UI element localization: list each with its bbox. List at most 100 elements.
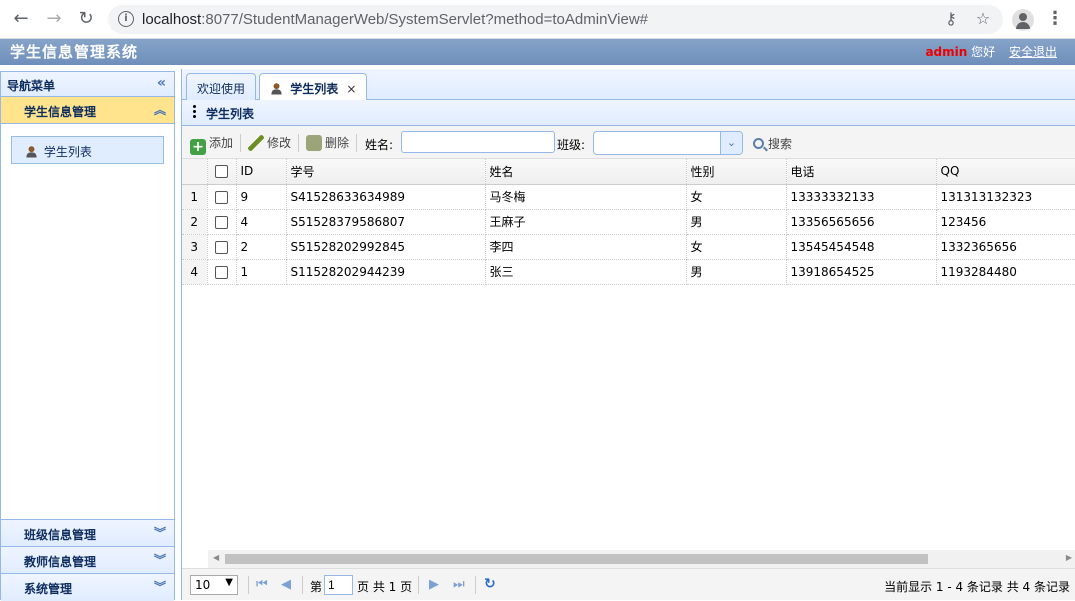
- cell-name: 张三: [485, 259, 687, 285]
- browser-toolbar: ← → ↻ i localhost:8077/StudentManagerWeb…: [0, 0, 1075, 39]
- pencil-icon: [248, 135, 264, 151]
- trash-icon: [306, 135, 322, 151]
- checkbox[interactable]: [215, 190, 228, 204]
- cell-name: 李四: [485, 234, 687, 260]
- next-page-icon[interactable]: ▶: [429, 577, 439, 592]
- accordion-label: 班级信息管理: [24, 528, 97, 542]
- nav-item-label: 学生列表: [43, 145, 92, 159]
- search-button[interactable]: 搜索: [753, 135, 792, 152]
- last-page-icon[interactable]: ⏭: [453, 577, 465, 592]
- select-all-checkbox[interactable]: [207, 159, 237, 185]
- divider: [240, 134, 241, 152]
- tab-welcome[interactable]: 欢迎使用: [186, 73, 257, 100]
- page-size-select[interactable]: 10 ▼: [190, 575, 238, 595]
- chevron-down-icon[interactable]: ︾: [154, 578, 166, 595]
- page-suffix: 页 共 1 页: [357, 580, 413, 594]
- name-search-input[interactable]: [401, 131, 555, 153]
- class-select[interactable]: ⌄: [593, 131, 743, 155]
- prev-page-icon[interactable]: ◀: [281, 577, 291, 592]
- app-title: 学生信息管理系统: [10, 43, 139, 61]
- accordion-label: 学生信息管理: [24, 105, 97, 119]
- profile-avatar-icon[interactable]: [1012, 9, 1034, 31]
- scrollbar-thumb[interactable]: [225, 554, 928, 564]
- cell-sex: 女: [686, 234, 787, 260]
- first-page-icon[interactable]: ⏮: [256, 577, 268, 592]
- cell-name: 王麻子: [485, 209, 687, 235]
- star-icon[interactable]: ☆: [974, 10, 992, 28]
- refresh-icon[interactable]: ↻: [484, 576, 496, 592]
- table-header-row: ID 学号 姓名 性别 电话 QQ: [182, 159, 1075, 185]
- info-icon[interactable]: i: [118, 11, 134, 27]
- row-number: 3: [182, 234, 208, 260]
- checkbox[interactable]: [215, 265, 228, 279]
- checkbox[interactable]: [215, 240, 228, 254]
- cell-phone: 13545454548: [786, 234, 937, 260]
- key-icon[interactable]: ⚷: [942, 10, 960, 28]
- add-button[interactable]: + 添加: [190, 134, 233, 155]
- page-info: 当前显示 1 - 4 条记录 共 4 条记录: [884, 580, 1070, 594]
- search-icon: [753, 138, 764, 149]
- divider: [356, 134, 357, 152]
- search-label: 搜索: [768, 137, 793, 151]
- scroll-left-icon[interactable]: ◀: [213, 553, 219, 562]
- table-row[interactable]: 1 9 S41528633634989 马冬梅 女 13333332133 13…: [182, 184, 1075, 210]
- collapse-left-icon[interactable]: «: [157, 75, 166, 91]
- cell-id: 9: [236, 184, 287, 210]
- delete-button[interactable]: 删除: [306, 134, 349, 151]
- reload-icon[interactable]: ↻: [74, 7, 98, 31]
- divider: [248, 576, 249, 594]
- logout-link[interactable]: 安全退出: [1009, 45, 1057, 59]
- back-icon[interactable]: ←: [9, 7, 33, 31]
- accordion-student-management[interactable]: 学生信息管理 ︽: [1, 97, 174, 124]
- column-header-qq[interactable]: QQ: [936, 159, 1075, 185]
- scroll-right-icon[interactable]: ▶: [1066, 553, 1072, 562]
- cell-sn: S41528633634989: [286, 184, 486, 210]
- column-header-phone[interactable]: 电话: [786, 159, 937, 185]
- student-table: ID 学号 姓名 性别 电话 QQ 1 9 S41528633634989 马冬…: [182, 159, 1075, 285]
- divider: [302, 576, 303, 594]
- horizontal-scrollbar[interactable]: ◀ ▶: [208, 550, 1075, 568]
- close-icon[interactable]: ×: [346, 82, 356, 96]
- panel-title-bar: 学生列表: [182, 100, 1075, 126]
- greeting: 您好: [971, 45, 996, 59]
- row-checkbox[interactable]: [207, 234, 237, 260]
- page-number-input[interactable]: [324, 575, 353, 595]
- url-text[interactable]: localhost:8077/StudentManagerWeb/SystemS…: [142, 11, 648, 28]
- table-row[interactable]: 2 4 S51528379586807 王麻子 男 13356565656 12…: [182, 209, 1075, 235]
- accordion-teacher-management[interactable]: 教师信息管理 ︾: [1, 547, 174, 574]
- table-row[interactable]: 4 1 S11528202944239 张三 男 13918654525 119…: [182, 259, 1075, 285]
- address-bar[interactable]: i localhost:8077/StudentManagerWeb/Syste…: [108, 5, 1003, 34]
- checkbox[interactable]: [215, 165, 228, 179]
- cell-sex: 男: [686, 209, 787, 235]
- row-number: 2: [182, 209, 208, 235]
- row-checkbox[interactable]: [207, 259, 237, 285]
- forward-icon[interactable]: →: [42, 7, 66, 31]
- chevron-down-icon[interactable]: ︾: [154, 551, 166, 568]
- column-header-id[interactable]: ID: [236, 159, 287, 185]
- accordion-class-management[interactable]: 班级信息管理 ︾: [1, 520, 174, 547]
- app-header: 学生信息管理系统 admin 您好 安全退出: [0, 39, 1075, 65]
- cell-sn: S11528202944239: [286, 259, 486, 285]
- edit-button[interactable]: 修改: [248, 134, 291, 151]
- row-checkbox[interactable]: [207, 209, 237, 235]
- row-checkbox[interactable]: [207, 184, 237, 210]
- cell-phone: 13918654525: [786, 259, 937, 285]
- cell-sn: S51528379586807: [286, 209, 486, 235]
- chevron-up-icon[interactable]: ︽: [154, 101, 166, 118]
- chevron-down-icon[interactable]: ︾: [154, 524, 166, 541]
- nav-item-student-list[interactable]: 学生列表: [11, 136, 164, 164]
- main-area: 欢迎使用 学生列表 × 学生列表 + 添加 修改 删除 姓名: 班级: ⌄ 搜索…: [181, 69, 1075, 600]
- browser-menu-icon[interactable]: ⋮: [1046, 8, 1064, 30]
- checkbox[interactable]: [215, 215, 228, 229]
- cell-qq: 1332365656: [936, 234, 1075, 260]
- table-row[interactable]: 3 2 S51528202992845 李四 女 13545454548 133…: [182, 234, 1075, 260]
- tab-student-list[interactable]: 学生列表 ×: [259, 73, 368, 101]
- chevron-down-icon[interactable]: ⌄: [720, 132, 742, 154]
- nav-panel-header: 导航菜单 «: [1, 72, 174, 97]
- column-header-sex[interactable]: 性别: [686, 159, 787, 185]
- user-area: admin 您好 安全退出: [925, 43, 1057, 60]
- add-icon: +: [190, 139, 206, 155]
- column-header-sn[interactable]: 学号: [286, 159, 486, 185]
- column-header-name[interactable]: 姓名: [485, 159, 687, 185]
- accordion-system-management[interactable]: 系统管理 ︾: [1, 574, 174, 601]
